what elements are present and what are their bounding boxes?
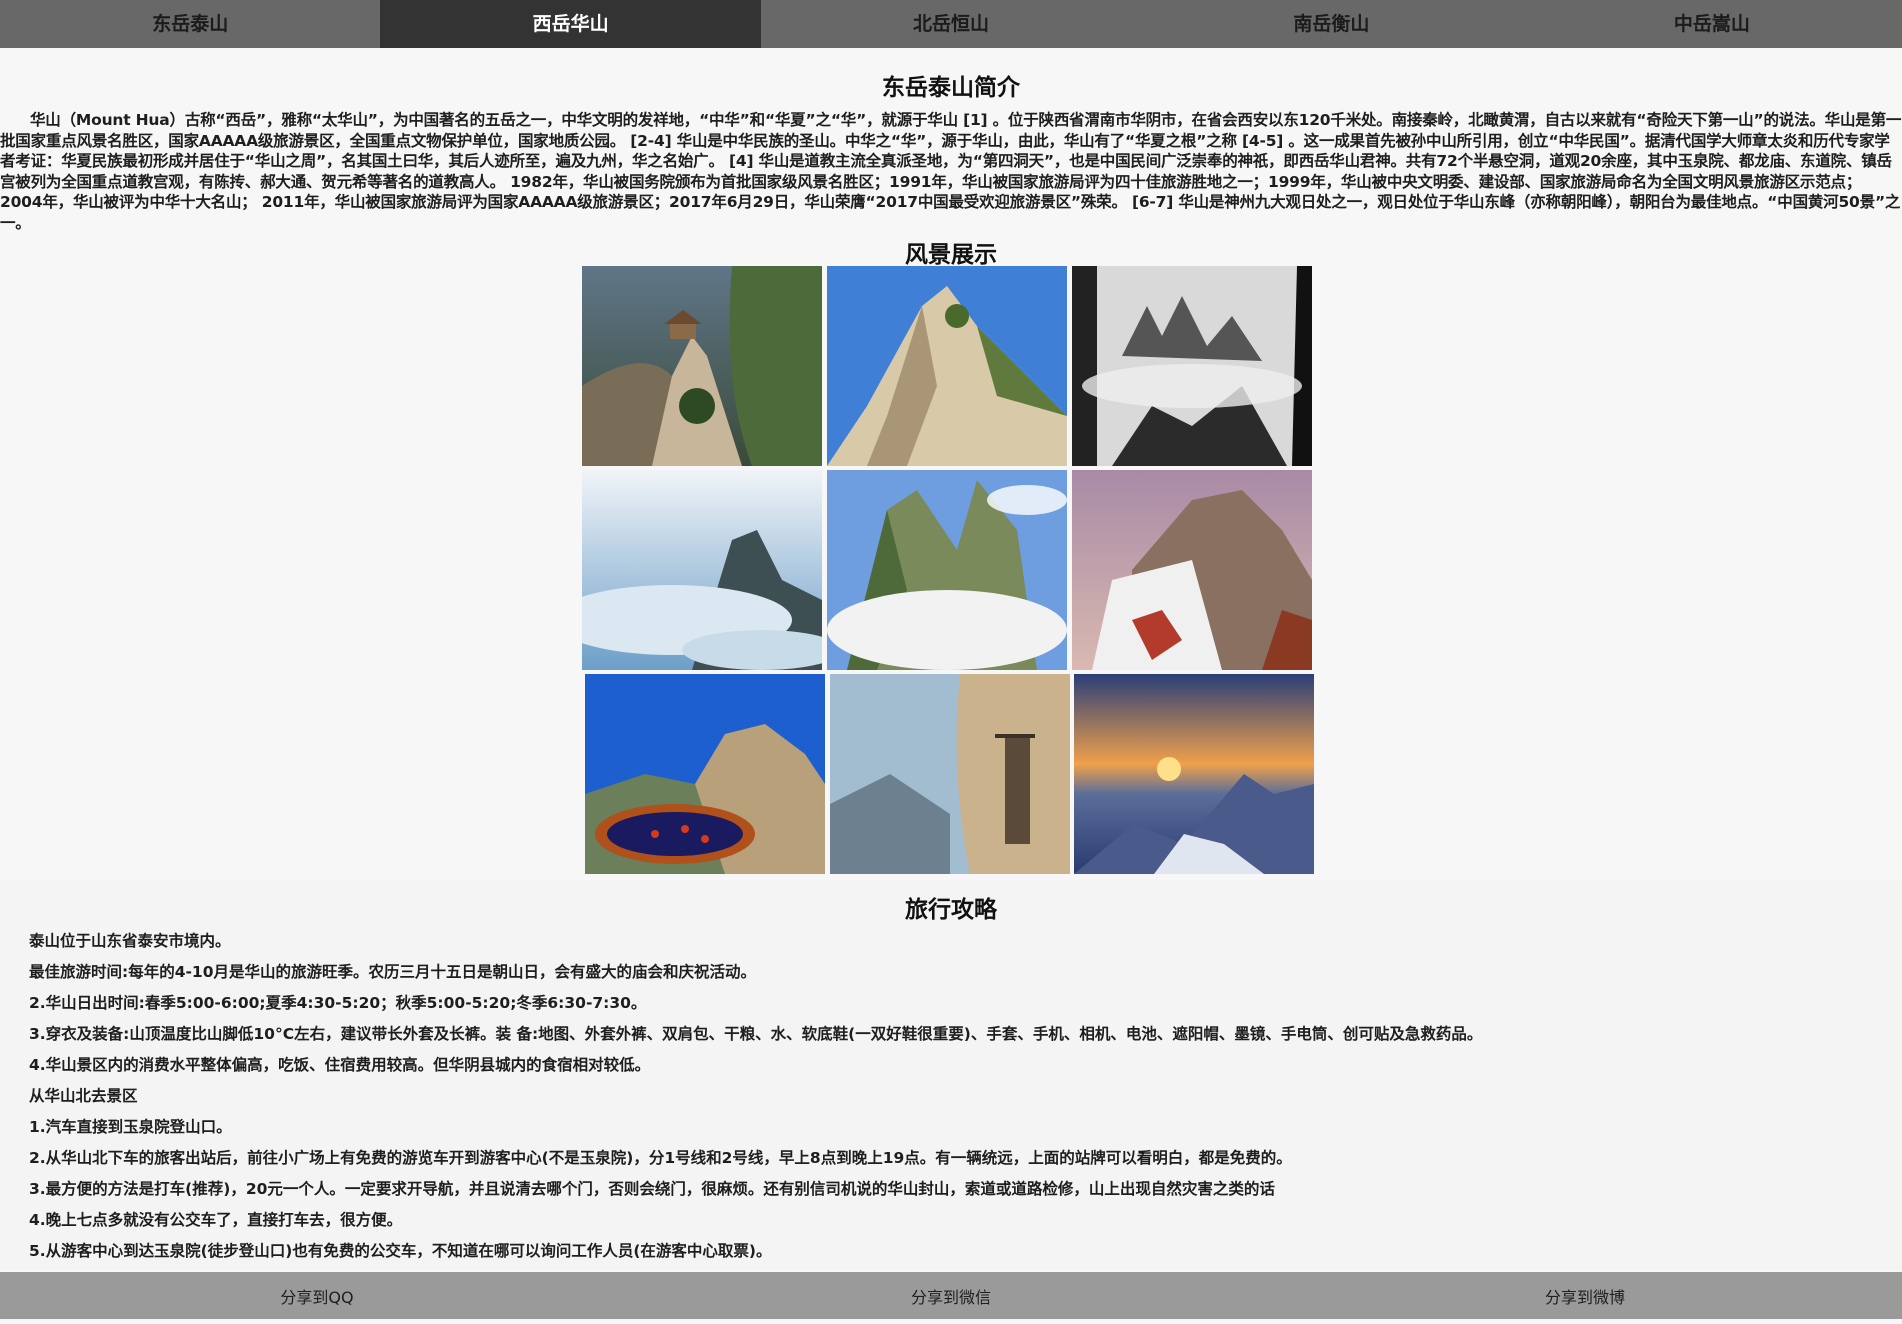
travel-line: 最佳旅游时间:每年的4-10月是华山的旅游旺季。农历三月十五日是朝山日，会有盛大… — [29, 963, 756, 981]
mountain-pavilion-photo — [582, 266, 822, 466]
misty-peaks-photo — [1072, 266, 1312, 466]
travel-guide: 泰山位于山东省泰安市境内。 最佳旅游时间:每年的4-10月是华山的旅游旺季。农历… — [29, 929, 1869, 1270]
travel-line: 3.最方便的方法是打车(推荐)，20元一个人。一定要求开导航，并且说清去哪个门，… — [29, 1180, 1275, 1198]
nav-tab-songshan[interactable]: 中岳嵩山 — [1522, 0, 1902, 48]
travel-line: 3.穿衣及装备:山顶温度比山脚低10°C左右，建议带长外套及长裤。装 备:地图、… — [29, 1025, 1483, 1043]
gallery-title: 风景展示 — [905, 242, 997, 268]
travel-line: 1.汽车直接到玉泉院登山口。 — [29, 1118, 232, 1136]
share-wechat-link[interactable]: 分享到微信 — [634, 1272, 1268, 1319]
cloud-sea-photo — [582, 470, 822, 670]
intro-text: 华山（Mount Hua）古称“西岳”，雅称“太华山”，为中国著名的五岳之一，中… — [0, 111, 1902, 232]
nav-tab-hengshan-south[interactable]: 南岳衡山 — [1141, 0, 1521, 48]
travel-line: 2.华山日出时间:春季5:00-6:00;夏季4:30-5:20；秋季5:00-… — [29, 994, 647, 1012]
top-nav: 东岳泰山 西岳华山 北岳恒山 南岳衡山 中岳嵩山 — [0, 0, 1902, 48]
share-qq-link[interactable]: 分享到QQ — [0, 1272, 634, 1319]
nav-tab-huashan[interactable]: 西岳华山 — [380, 0, 761, 48]
share-weibo-link[interactable]: 分享到微博 — [1268, 1272, 1902, 1319]
travel-line: 4.晚上七点多就没有公交车了，直接打车去，很方便。 — [29, 1211, 403, 1229]
green-cliff-photo — [827, 470, 1067, 670]
nav-tab-taishan[interactable]: 东岳泰山 — [0, 0, 380, 48]
travel-line: 2.从华山北下车的旅客出站后，前往小广场上有免费的游览车开到游客中心(不是玉泉院… — [29, 1149, 1292, 1167]
sunrise-photo — [1074, 674, 1314, 874]
travel-line: 5.从游客中心到达玉泉院(徒步登山口)也有免费的公交车，不知道在哪可以询问工作人… — [29, 1242, 772, 1260]
granite-peak-photo — [827, 266, 1067, 466]
nav-tab-hengshan-north[interactable]: 北岳恒山 — [761, 0, 1141, 48]
travel-line: 4.华山景区内的消费水平整体偏高，吃饭、住宿费用较高。但华阴县城内的食宿相对较低… — [29, 1056, 651, 1074]
intro-title: 东岳泰山简介 — [882, 75, 1020, 101]
share-bar: 分享到QQ 分享到微信 分享到微博 — [0, 1272, 1902, 1319]
travel-line: 从华山北去景区 — [29, 1087, 138, 1105]
cliff-plank-road-photo — [830, 674, 1070, 874]
travel-title: 旅行攻略 — [905, 897, 997, 923]
summit-pond-photo — [585, 674, 825, 874]
travel-line: 泰山位于山东省泰安市境内。 — [29, 932, 231, 950]
snow-ridge-photo — [1072, 470, 1312, 670]
